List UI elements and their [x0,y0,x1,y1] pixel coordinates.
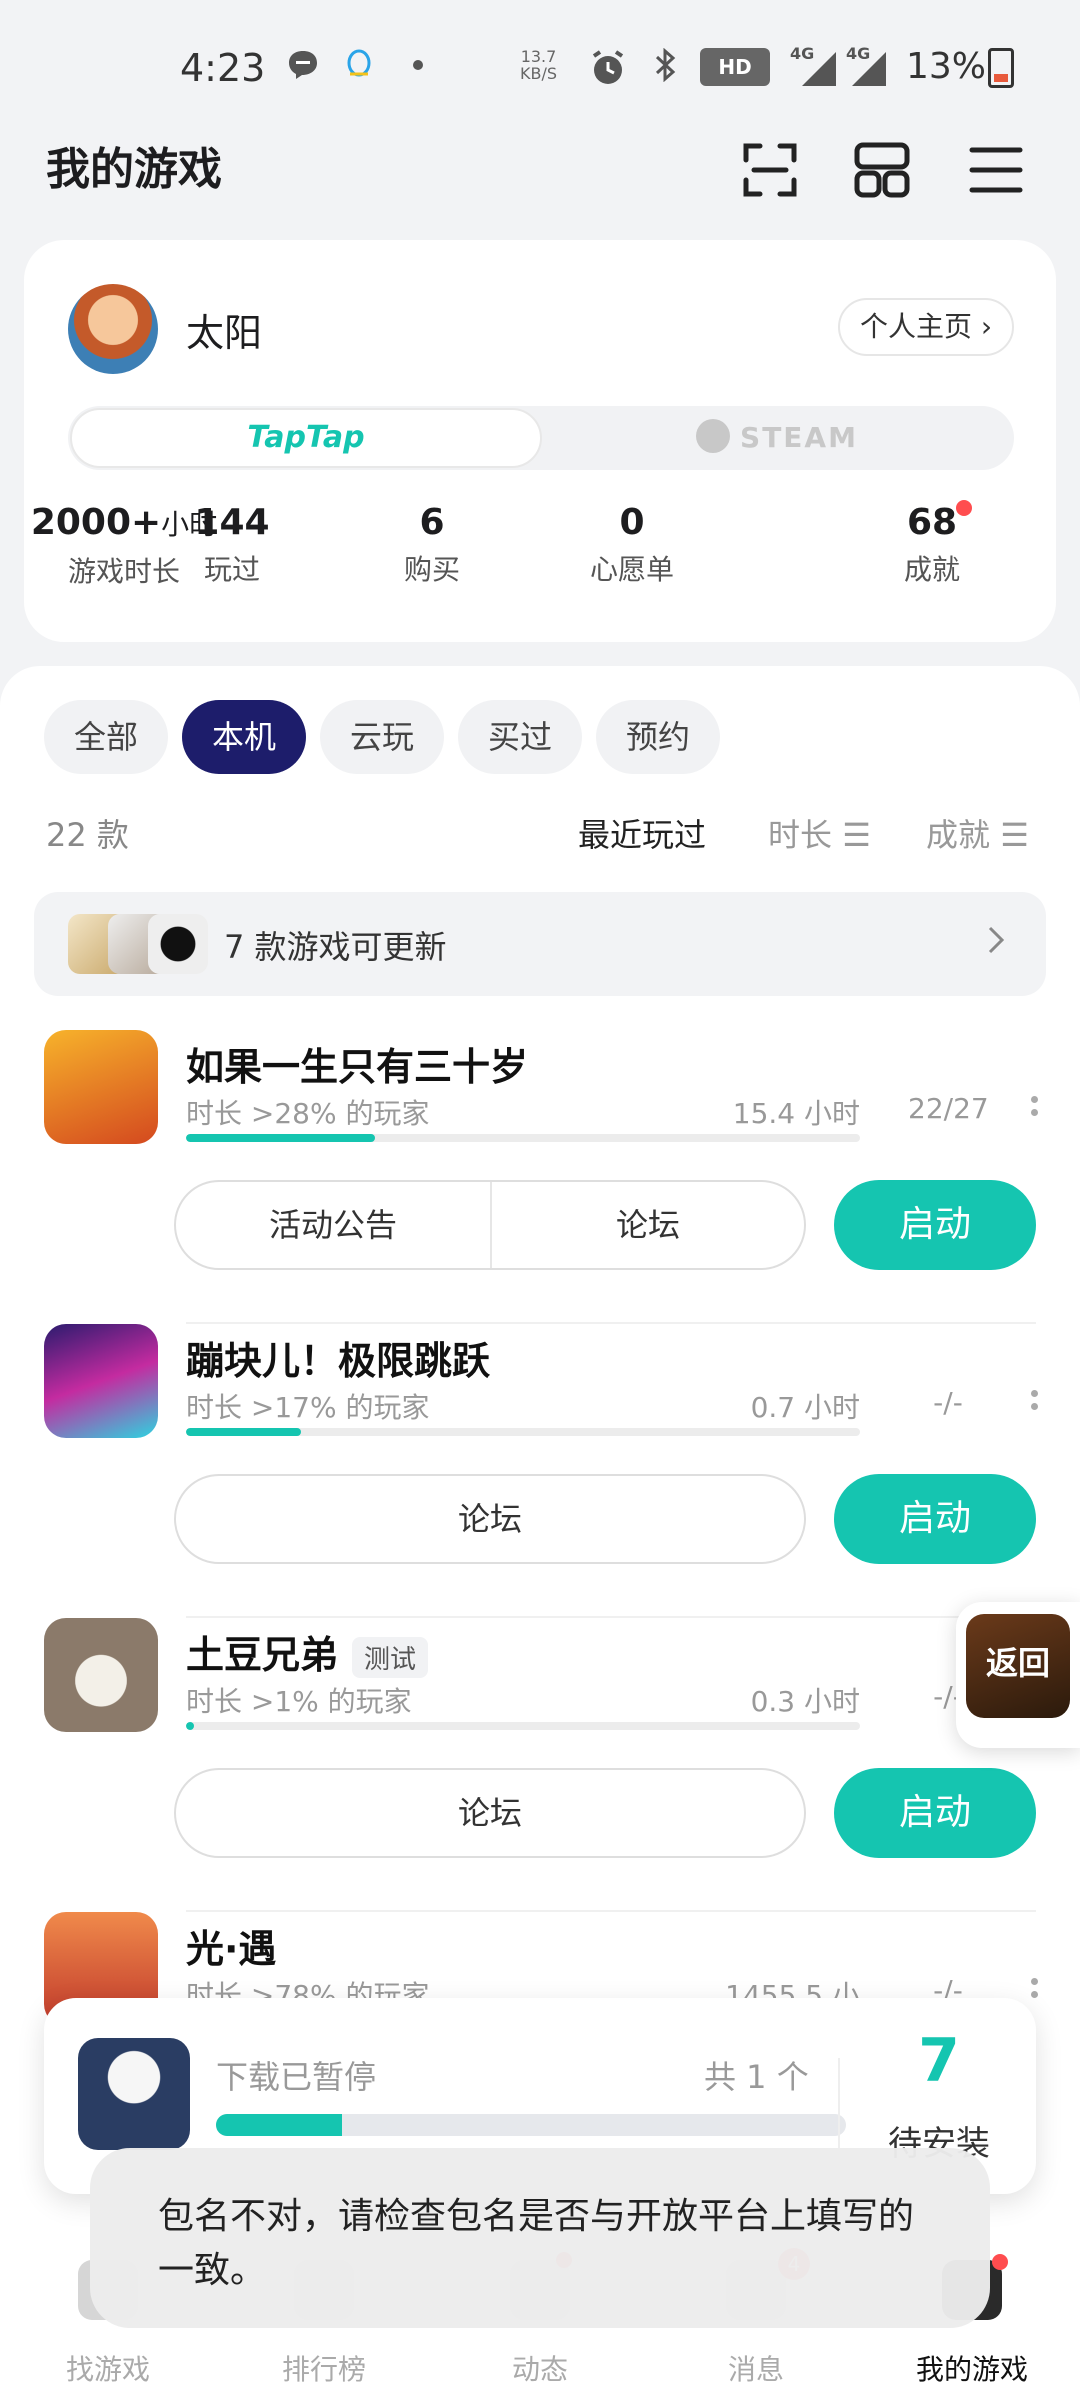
status-time: 4:23 [180,46,266,90]
game-hours: 0.7 小时 [750,1391,860,1424]
stat-wishlist[interactable]: 0 心愿单 [532,498,732,592]
alarm-icon [592,50,624,84]
scan-icon[interactable] [740,140,800,200]
download-progress-bar [216,2114,846,2136]
game-item: 如果一生只有三十岁 时长 >28% 的玩家 15.4 小时 22/27 活动公告… [0,1030,1080,1324]
forum-button[interactable]: 论坛 [176,1770,804,1856]
download-total: 共 1 个 [704,2058,809,2096]
beta-tag: 测试 [352,1637,429,1678]
sort-duration[interactable]: 时长 ☰ [768,810,871,856]
game-icon[interactable] [44,1030,158,1144]
game-action-group: 活动公告 论坛 [174,1180,806,1270]
stat-achievements[interactable]: 68 成就 [832,498,1032,592]
chip-local[interactable]: 本机 [182,700,306,774]
more-icon[interactable] [1024,1090,1044,1130]
sort-icon: ☰ [1000,816,1029,854]
menu-icon[interactable] [966,140,1026,200]
chip-cloud[interactable]: 云玩 [320,700,444,774]
stat-played[interactable]: 144 玩过 [132,498,332,592]
stat-purchased[interactable]: 6 购买 [332,498,532,592]
game-item: 土豆兄弟 测试 时长 >1% 的玩家 0.3 小时 -/- 论坛 启动 [0,1618,1080,1912]
launch-button[interactable]: 启动 [834,1474,1036,1564]
personal-homepage-button[interactable]: 个人主页 › [838,298,1014,356]
platform-switch: TapTap STEAM [68,406,1014,470]
launch-button[interactable]: 启动 [834,1768,1036,1858]
game-achievements: -/- [933,1386,963,1419]
game-subtitle: 时长 >1% 的玩家 [186,1685,412,1718]
sort-icon: ☰ [842,816,871,854]
game-title[interactable]: 土豆兄弟 测试 [186,1624,429,1679]
game-title[interactable]: 光·遇 [186,1918,276,1973]
hd-indicator: HD [700,48,770,86]
game-title[interactable]: 蹦块儿！极限跳跃 [186,1330,490,1385]
game-subtitle: 时长 >17% 的玩家 [186,1391,430,1424]
user-name: 太阳 [186,311,263,355]
launch-button[interactable]: 启动 [834,1180,1036,1270]
sort-achievement[interactable]: 成就 ☰ [926,810,1029,856]
dot-icon [413,60,423,70]
bluetooth-icon [655,48,676,82]
game-icon[interactable] [44,1618,158,1732]
grid-icon[interactable] [852,140,912,200]
achievement-red-dot [956,500,972,516]
forum-button[interactable]: 论坛 [176,1476,804,1562]
game-playtime-bar [186,1428,860,1436]
stats-row: 2000+小时 游戏时长 144 玩过 6 购买 0 心愿单 68 成就 [24,498,1056,598]
game-playtime-bar [186,1134,860,1142]
my-games-red-dot [992,2254,1008,2270]
update-game-icon-3 [148,914,208,974]
chip-reserved[interactable]: 预约 [596,700,720,774]
game-hours: 15.4 小时 [732,1097,860,1130]
announcement-button[interactable]: 活动公告 [176,1182,490,1268]
more-icon[interactable] [1024,1384,1044,1424]
game-count: 22 款 [46,816,129,854]
signal-icon [802,52,836,86]
chevron-right-icon [988,926,1005,954]
battery-icon [988,48,1014,88]
update-banner[interactable]: 7 款游戏可更新 [34,892,1046,996]
game-icon[interactable] [44,1324,158,1438]
chip-all[interactable]: 全部 [44,700,168,774]
page-header: 我的游戏 [0,140,1080,240]
status-bar: 4:23 13.7 KB/S HD 4G 4G 13% [0,0,1080,140]
game-subtitle: 时长 >28% 的玩家 [186,1097,430,1130]
chat-bubble-icon [289,51,317,79]
update-text: 7 款游戏可更新 [224,928,447,966]
tab-taptap[interactable]: TapTap [70,408,542,468]
game-playtime-bar [186,1722,860,1730]
game-item: 蹦块儿！极限跳跃 时长 >17% 的玩家 0.7 小时 -/- 论坛 启动 [0,1324,1080,1618]
game-hours: 0.3 小时 [750,1685,860,1718]
forum-button[interactable]: 论坛 [492,1182,804,1268]
qq-icon [347,49,371,77]
steam-icon [696,419,731,453]
download-game-icon [78,2038,190,2150]
chip-bought[interactable]: 买过 [458,700,582,774]
divider [838,2058,840,2154]
download-status: 下载已暂停 [216,2058,377,2096]
return-label: 返回 [985,1644,1050,1682]
avatar[interactable] [68,284,158,374]
game-achievements: 22/27 [908,1092,989,1125]
pending-install-count: 7 [918,2026,960,2096]
game-title[interactable]: 如果一生只有三十岁 [186,1036,528,1091]
tab-steam[interactable]: STEAM [542,408,1012,468]
floating-return-button[interactable]: 返回 [956,1602,1080,1748]
sort-recent[interactable]: 最近玩过 [578,810,706,856]
game-action-group: 论坛 [174,1474,806,1564]
page-title: 我的游戏 [46,144,222,195]
signal-icon-2 [852,52,886,86]
toast-message: 包名不对，请检查包名是否与开放平台上填写的一致。 [90,2148,990,2328]
more-icon[interactable] [1024,1972,1044,2012]
battery-percent: 13% [906,46,987,87]
profile-card: 太阳 个人主页 › TapTap STEAM 2000+小时 游戏时长 144 … [24,240,1056,642]
net-speed: 13.7 KB/S [520,47,558,83]
game-action-group: 论坛 [174,1768,806,1858]
